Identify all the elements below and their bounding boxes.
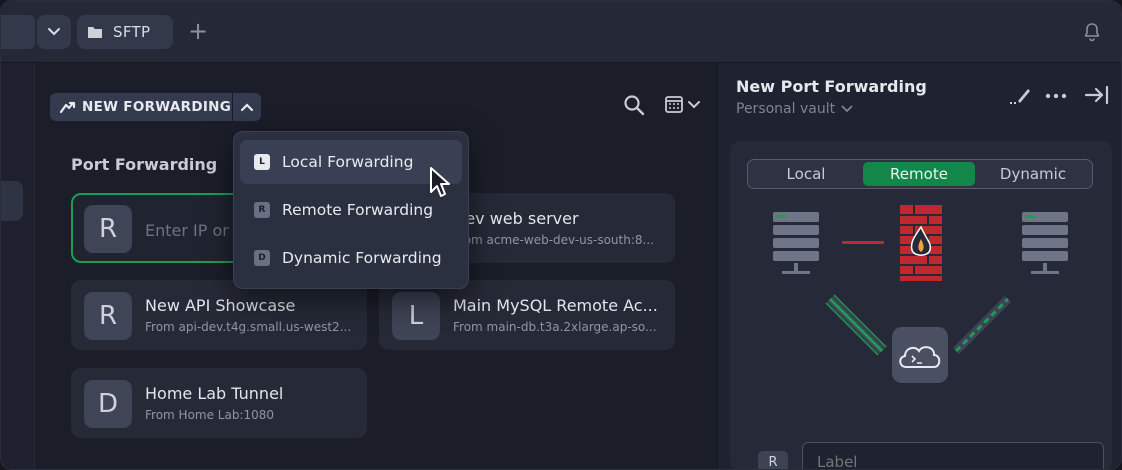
- menu-item-badge: D: [254, 250, 270, 266]
- card-avatar: D: [84, 380, 132, 428]
- segment-dynamic[interactable]: Dynamic: [977, 162, 1089, 186]
- card-title: Home Lab Tunnel: [145, 384, 284, 403]
- card-avatar: R: [84, 205, 132, 253]
- card-subtitle: From acme-web-dev-us-south:8...: [453, 233, 654, 247]
- menu-item-label: Dynamic Forwarding: [282, 249, 442, 267]
- card-avatar: L: [392, 292, 440, 340]
- forwarding-editor-panel: New Port Forwarding Personal vault Local…: [717, 63, 1121, 469]
- search-icon[interactable]: [622, 93, 646, 117]
- more-options-icon[interactable]: [1044, 85, 1068, 105]
- chevron-down-icon: [48, 28, 60, 36]
- server-icon: [773, 212, 819, 274]
- collapse-panel-icon[interactable]: [1084, 83, 1110, 107]
- card-title: Dev web server: [453, 209, 579, 228]
- vault-name: Personal vault: [736, 101, 836, 117]
- side-navigation: [1, 63, 35, 469]
- menu-item-label: Local Forwarding: [282, 153, 414, 171]
- card-title: New API Showcase: [145, 296, 296, 315]
- new-forwarding-menu-toggle[interactable]: [233, 93, 261, 121]
- panel-title: New Port Forwarding: [736, 77, 927, 96]
- view-options-icon[interactable]: [664, 93, 704, 117]
- menu-item-badge: R: [254, 202, 270, 218]
- app-window: SFTP + NEW FORWARDING Port Forwarding R …: [0, 0, 1122, 470]
- side-nav-active-item[interactable]: [1, 181, 23, 221]
- tab-sftp-label: SFTP: [113, 23, 151, 41]
- chevron-down-icon: [841, 105, 853, 113]
- menu-item-badge: L: [254, 154, 270, 170]
- tab-sftp[interactable]: SFTP: [77, 15, 173, 49]
- new-forwarding-menu: L Local Forwarding R Remote Forwarding D…: [233, 131, 469, 289]
- menu-item-dynamic-forwarding[interactable]: D Dynamic Forwarding: [240, 236, 462, 280]
- segment-remote[interactable]: Remote: [863, 162, 975, 186]
- card-subtitle: From api-dev.t4g.small.us-west2...: [145, 320, 352, 334]
- chevron-up-icon: [240, 103, 254, 112]
- server-icon: [1022, 212, 1068, 274]
- section-title: Port Forwarding: [71, 155, 218, 174]
- new-tab-button[interactable]: +: [185, 18, 211, 46]
- forwarding-card[interactable]: D Home Lab Tunnel From Home Lab:1080: [71, 368, 367, 438]
- host-type-badge: R: [758, 451, 788, 469]
- card-avatar: R: [84, 292, 132, 340]
- new-forwarding-label: NEW FORWARDING: [82, 99, 232, 115]
- host-input[interactable]: Enter IP or H: [145, 221, 246, 240]
- forwarding-card[interactable]: L Main MySQL Remote Ac... From main-db.t…: [379, 280, 675, 350]
- blocked-connection-line: [842, 241, 884, 244]
- bell-icon[interactable]: [1081, 21, 1103, 43]
- forward-arrow-icon: [60, 101, 76, 114]
- vault-selector[interactable]: Personal vault: [736, 101, 853, 117]
- tab-list-button[interactable]: [37, 15, 71, 49]
- cloud-terminal-icon: [892, 327, 948, 383]
- forwarding-diagram: [773, 205, 1068, 383]
- tunnel-line: [825, 294, 887, 356]
- new-forwarding-button[interactable]: NEW FORWARDING: [50, 93, 232, 121]
- segment-local[interactable]: Local: [750, 162, 862, 186]
- folder-icon: [88, 27, 102, 38]
- card-subtitle: From Home Lab:1080: [145, 408, 275, 422]
- card-title: Main MySQL Remote Ac...: [453, 296, 658, 315]
- forwarding-card[interactable]: R New API Showcase From api-dev.t4g.smal…: [71, 280, 367, 350]
- label-input[interactable]: [802, 442, 1104, 469]
- tab-bar: SFTP +: [1, 1, 1121, 63]
- tab-previous[interactable]: [1, 15, 35, 49]
- tunnel-line: [952, 295, 1012, 355]
- mouse-cursor-icon: [430, 167, 450, 197]
- menu-item-label: Remote Forwarding: [282, 201, 434, 219]
- firewall-icon: [900, 205, 942, 281]
- card-subtitle: From main-db.t3a.2xlarge.ap-so...: [453, 320, 657, 334]
- forwarding-type-selector: Local Remote Dynamic: [747, 159, 1093, 189]
- forwarding-form: Local Remote Dynamic R Label: [730, 141, 1112, 469]
- pencil-icon[interactable]: [1008, 85, 1032, 105]
